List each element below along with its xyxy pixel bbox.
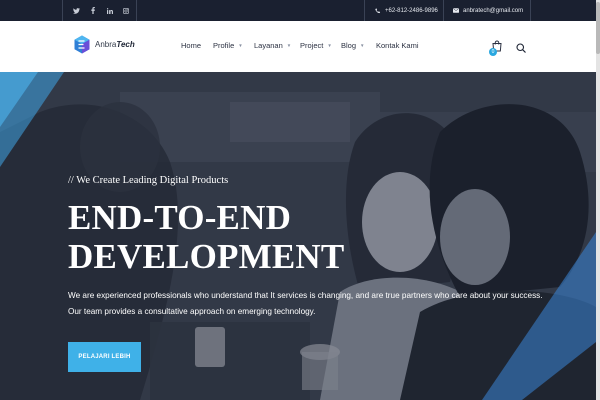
phone-icon — [375, 7, 381, 14]
nav-label: Blog — [341, 41, 357, 50]
nav-label: Layanan — [254, 41, 283, 50]
cart-button[interactable]: 0 — [489, 39, 502, 57]
search-icon — [516, 43, 526, 53]
hero-description-line1: We are experienced professionals who und… — [68, 291, 543, 300]
nav-label: Home — [181, 41, 202, 50]
email-address: anbratech@gmail.com — [463, 7, 524, 14]
search-button[interactable] — [516, 40, 526, 58]
page-scrollbar[interactable] — [596, 0, 600, 400]
nav-project[interactable]: Project ▼ — [300, 41, 332, 50]
hero-banner: // We Create Leading Digital Products EN… — [0, 72, 596, 400]
nav-label: Project — [300, 41, 324, 50]
divider — [136, 0, 137, 21]
nav-label: Kontak Kami — [376, 41, 419, 50]
hero-headline-line1: END-TO-END — [68, 198, 292, 237]
scrollbar-thumb[interactable] — [596, 2, 600, 54]
nav-layanan[interactable]: Layanan ▼ — [254, 41, 291, 50]
chevron-down-icon: ▼ — [360, 43, 365, 48]
chevron-down-icon: ▼ — [286, 43, 292, 48]
learn-more-button[interactable]: PELAJARI LEBIH — [68, 342, 141, 372]
top-bar: +62-812-2486-9896 anbratech@gmail.com — [0, 0, 600, 21]
email-contact[interactable]: anbratech@gmail.com — [453, 0, 523, 21]
hero-headline-line2: DEVELOPMENT — [68, 237, 345, 276]
hero-eyebrow: // We Create Leading Digital Products — [68, 175, 229, 186]
envelope-icon — [453, 8, 459, 13]
divider — [443, 0, 444, 21]
divider — [62, 0, 63, 21]
cart-count-badge: 0 — [489, 48, 497, 56]
logo-mark-icon — [74, 35, 90, 54]
instagram-icon[interactable] — [117, 0, 135, 21]
site-header: AnbraTech Home Profile ▼ Layanan ▼ Proje… — [0, 21, 596, 72]
chevron-down-icon: ▼ — [238, 43, 243, 48]
nav-kontak-kami[interactable]: Kontak Kami — [376, 41, 419, 50]
hero-description-line2: Our team provides a consultative approac… — [68, 307, 316, 316]
nav-blog[interactable]: Blog ▼ — [341, 41, 364, 50]
facebook-icon[interactable] — [84, 0, 102, 21]
brand-logo[interactable]: AnbraTech — [74, 35, 135, 54]
twitter-icon[interactable] — [67, 0, 85, 21]
chevron-down-icon: ▼ — [327, 43, 332, 48]
nav-label: Profile — [213, 41, 235, 50]
divider — [364, 0, 365, 21]
brand-name: AnbraTech — [95, 40, 135, 49]
nav-profile[interactable]: Profile ▼ — [213, 41, 243, 50]
divider — [530, 0, 531, 21]
phone-contact[interactable]: +62-812-2486-9896 — [375, 0, 438, 21]
phone-number: +62-812-2486-9896 — [385, 7, 438, 14]
nav-home[interactable]: Home — [181, 41, 201, 50]
